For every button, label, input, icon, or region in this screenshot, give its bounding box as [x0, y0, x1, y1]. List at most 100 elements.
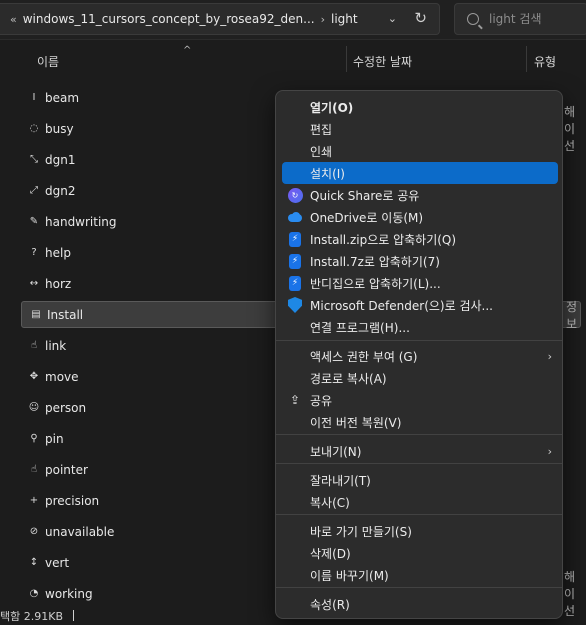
- file-name: pin: [45, 431, 64, 446]
- pen-cursor-icon: ✎: [29, 216, 39, 227]
- menu-item-label: 경로로 복사(A): [310, 371, 387, 386]
- menu-item-액세스-권한-부여-g[interactable]: 액세스 권한 부여 (G) ›: [282, 345, 558, 367]
- column-headers: ^ 이름 수정한 날짜 유형: [0, 40, 586, 80]
- file-name: Install: [47, 307, 84, 322]
- search-icon: [467, 13, 479, 25]
- search-box[interactable]: [454, 3, 586, 35]
- menu-item-label: 잘라내기(T): [310, 473, 371, 488]
- menu-item-label: 액세스 권한 부여 (G): [310, 349, 418, 364]
- menu-item-열기-o[interactable]: 열기(O): [282, 96, 558, 118]
- file-name: pointer: [45, 462, 88, 477]
- menu-item-label: 반디집으로 압축하기(L)...: [310, 276, 441, 291]
- file-name: move: [45, 369, 79, 384]
- menu-item-복사-c[interactable]: 복사(C): [282, 491, 558, 513]
- diagonal1-cursor-icon: ⤡: [30, 154, 38, 165]
- menu-separator: [276, 587, 562, 588]
- bandizip-icon: ⚡: [287, 253, 303, 269]
- bandizip-icon: ⚡: [287, 275, 303, 291]
- beam-cursor-icon: I: [32, 92, 36, 103]
- menu-item-label: Install.zip으로 압축하기(Q): [310, 232, 457, 247]
- menu-item-install-zip으로-압축하기-q[interactable]: ⚡ Install.zip으로 압축하기(Q): [282, 228, 558, 250]
- menu-item-label: 열기(O): [310, 100, 354, 115]
- file-name: help: [45, 245, 71, 260]
- menu-item-label: OneDrive로 이동(M): [310, 210, 424, 225]
- menu-item-label: 공유: [310, 393, 333, 408]
- menu-item-onedrive로-이동-m[interactable]: OneDrive로 이동(M): [282, 206, 558, 228]
- breadcrumb[interactable]: « windows_11_cursors_concept_by_rosea92_…: [0, 3, 440, 35]
- pin-cursor-icon: ⚲: [30, 433, 38, 444]
- file-type-text: 정보: [566, 299, 578, 331]
- menu-item-label: 보내기(N): [310, 444, 362, 459]
- file-name: horz: [45, 276, 72, 291]
- file-name: dgn2: [45, 183, 76, 198]
- file-name: working: [45, 586, 93, 601]
- menu-item-이전-버전-복원-v[interactable]: 이전 버전 복원(V): [282, 411, 558, 433]
- menu-item-label: Microsoft Defender(으)로 검사...: [310, 298, 493, 313]
- menu-item-반디집으로-압축하기-l[interactable]: ⚡ 반디집으로 압축하기(L)...: [282, 272, 558, 294]
- menu-item-label: 인쇄: [310, 144, 333, 159]
- menu-item-이름-바꾸기-m[interactable]: 이름 바꾸기(M): [282, 564, 558, 586]
- working-cursor-icon: ◔: [29, 588, 39, 599]
- menu-item-인쇄[interactable]: 인쇄: [282, 140, 558, 162]
- column-header-type[interactable]: 유형: [534, 53, 556, 70]
- status-selection-text: 택함 2.91KB: [0, 610, 63, 623]
- chevron-right-icon: ›: [547, 444, 552, 458]
- precision-cursor-icon: +: [29, 495, 39, 506]
- menu-item-공유[interactable]: ⇪ 공유: [282, 389, 558, 411]
- menu-item-label: 설치(I): [310, 166, 345, 181]
- vertical-cursor-icon: ↕: [29, 557, 39, 568]
- address-bar: « windows_11_cursors_concept_by_rosea92_…: [0, 0, 586, 40]
- file-name: precision: [45, 493, 100, 508]
- menu-item-label: 편집: [310, 122, 333, 137]
- defender-shield-icon: [287, 297, 303, 313]
- unavailable-cursor-icon: ⊘: [29, 526, 39, 537]
- context-menu: 열기(O) 편집인쇄설치(I) ↻ Quick Share로 공유 OneDrive로 …: [275, 90, 563, 619]
- menu-separator: [276, 434, 562, 435]
- diagonal2-cursor-icon: ⤢: [30, 185, 38, 196]
- menu-item-삭제-d[interactable]: 삭제(D): [282, 542, 558, 564]
- menu-item-install-7z로-압축하기-7[interactable]: ⚡ Install.7z로 압축하기(7): [282, 250, 558, 272]
- menu-item-편집[interactable]: 편집: [282, 118, 558, 140]
- file-name: vert: [45, 555, 70, 570]
- busy-cursor-icon: ◌: [29, 123, 39, 134]
- menu-item-quick-share로-공유[interactable]: ↻ Quick Share로 공유: [282, 184, 558, 206]
- breadcrumb-segment-parent[interactable]: windows_11_cursors_concept_by_rosea92_de…: [23, 12, 315, 26]
- status-separator: [73, 610, 74, 621]
- breadcrumb-segment-current[interactable]: light: [331, 12, 358, 26]
- menu-item-연결-프로그램-h[interactable]: 연결 프로그램(H)...: [282, 316, 558, 338]
- file-name: dgn1: [45, 152, 76, 167]
- column-divider[interactable]: [526, 46, 527, 72]
- column-divider[interactable]: [346, 46, 347, 72]
- refresh-button[interactable]: ↻: [414, 9, 427, 27]
- chevron-right-icon: ›: [320, 12, 325, 26]
- file-name: handwriting: [45, 214, 117, 229]
- menu-item-label: 삭제(D): [310, 546, 351, 561]
- share-icon: ⇪: [289, 393, 301, 407]
- move-cursor-icon: ✥: [29, 371, 39, 382]
- menu-item-label: 연결 프로그램(H)...: [310, 320, 410, 335]
- menu-item-microsoft-defender-으-로-검사[interactable]: Microsoft Defender(으)로 검사...: [282, 294, 558, 316]
- menu-separator: [276, 340, 562, 341]
- menu-item-보내기-n[interactable]: 보내기(N) ›: [282, 440, 558, 462]
- breadcrumb-overflow-button[interactable]: «: [10, 13, 17, 26]
- column-header-name[interactable]: 이름: [37, 53, 59, 70]
- file-name: busy: [45, 121, 74, 136]
- menu-item-label: Install.7z로 압축하기(7): [310, 254, 440, 269]
- bandizip-icon: ⚡: [287, 231, 303, 247]
- menu-item-label: Quick Share로 공유: [310, 188, 420, 203]
- menu-item-바로-가기-만들기-s[interactable]: 바로 가기 만들기(S): [282, 520, 558, 542]
- menu-item-label: 이름 바꾸기(M): [310, 568, 389, 583]
- column-header-modified[interactable]: 수정한 날짜: [353, 53, 412, 70]
- chevron-right-icon: ›: [547, 349, 552, 363]
- menu-item-속성-r[interactable]: 속성(R): [282, 593, 558, 615]
- onedrive-icon: [287, 209, 303, 225]
- menu-item-잘라내기-t[interactable]: 잘라내기(T): [282, 469, 558, 491]
- sort-ascending-icon: ^: [183, 45, 192, 56]
- menu-item-label: 이전 버전 복원(V): [310, 415, 402, 430]
- search-input[interactable]: [489, 12, 579, 26]
- menu-item-설치-i[interactable]: 설치(I): [282, 162, 558, 184]
- quick-share-icon: ↻: [287, 187, 303, 203]
- history-dropdown-button[interactable]: ⌄: [388, 12, 397, 25]
- help-cursor-icon: ?: [31, 247, 37, 258]
- menu-item-경로로-복사-a[interactable]: 경로로 복사(A): [282, 367, 558, 389]
